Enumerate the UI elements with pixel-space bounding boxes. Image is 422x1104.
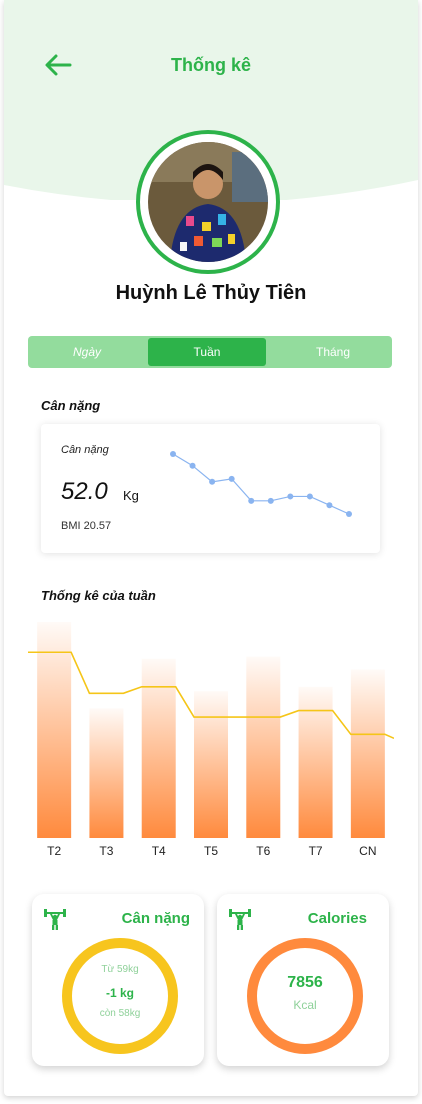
tab-month[interactable]: Tháng <box>274 336 392 368</box>
weight-from: Từ 59kg <box>101 964 139 975</box>
sparkline-point <box>209 478 216 485</box>
weight-card[interactable]: Cân nặng 52.0 Kg BMI 20.57 <box>41 424 380 553</box>
x-tick-label: T5 <box>204 844 218 858</box>
sparkline-point <box>287 493 294 500</box>
weight-card-title: Cân nặng <box>121 910 190 927</box>
weight-section-label: Cân nặng <box>41 398 101 413</box>
weight-sparkline <box>170 451 352 517</box>
bar-T3 <box>89 708 124 838</box>
weightlifter-icon <box>229 909 251 930</box>
sparkline-point <box>228 475 235 482</box>
app-screen: Thống kê Huỳnh Lê Thủy Tiên Ngày Tuần Th… <box>4 0 418 1096</box>
calories-ring: 7856 Kcal <box>247 938 363 1054</box>
tab-week[interactable]: Tuần <box>148 338 266 366</box>
sparkline-point <box>306 493 313 500</box>
sparkline-point <box>170 451 176 457</box>
period-tabs: Ngày Tuần Tháng <box>28 336 392 368</box>
bmi-value: BMI 20.57 <box>61 520 112 532</box>
weightlifter-icon <box>44 909 66 930</box>
x-tick-label: CN <box>359 844 376 858</box>
sparkline-point <box>267 497 274 504</box>
calories-card[interactable]: Calories 7856 Kcal <box>217 894 389 1066</box>
weight-remaining: còn 58kg <box>99 1008 141 1019</box>
calories-value: 7856 <box>287 974 323 991</box>
bar-CN <box>350 669 385 838</box>
weight-summary-card[interactable]: Cân nặng Từ 59kg -1 kg còn 58kg <box>32 894 204 1066</box>
weight-delta: -1 kg <box>105 986 134 1000</box>
week-chart: T2 T3 T4 T5 T6 T7 CN <box>28 622 394 858</box>
sparkline-point <box>346 511 352 517</box>
sparkline-point <box>248 497 255 504</box>
sparkline-point <box>326 502 333 509</box>
bar-T5 <box>194 691 228 838</box>
bar-T7 <box>298 686 333 838</box>
x-tick-label: T7 <box>309 844 323 858</box>
user-name: Huỳnh Lê Thủy Tiên <box>115 282 307 304</box>
bar-T4 <box>141 658 176 838</box>
week-section-label: Thống kê của tuần <box>41 588 156 603</box>
weight-card-label: Cân nặng <box>61 444 109 456</box>
sparkline-point <box>189 462 196 469</box>
weight-value: 52.0 <box>61 478 108 505</box>
x-tick-label: T6 <box>256 844 270 858</box>
calories-card-title: Calories <box>307 910 367 927</box>
bar-T6 <box>246 656 281 838</box>
sparkline-line <box>172 453 350 515</box>
x-tick-label: T2 <box>47 844 61 858</box>
weight-progress-ring: Từ 59kg -1 kg còn 58kg <box>62 938 178 1054</box>
page-title: Thống kê <box>171 55 251 75</box>
bar-T2 <box>37 622 72 838</box>
avatar-photo <box>148 142 268 262</box>
calories-unit: Kcal <box>293 998 317 1012</box>
x-tick-label: T3 <box>99 844 113 858</box>
x-tick-label: T4 <box>152 844 166 858</box>
weight-unit: Kg <box>123 488 139 503</box>
tab-day[interactable]: Ngày <box>28 336 146 368</box>
avatar[interactable] <box>148 142 268 262</box>
